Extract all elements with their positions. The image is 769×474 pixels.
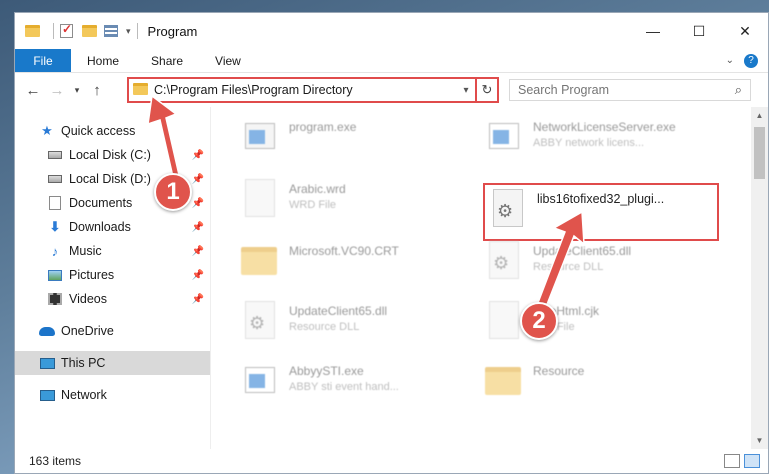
step-badge-2: 2 <box>520 302 558 340</box>
arrow-2-icon <box>535 210 585 314</box>
annotation-arrows <box>147 94 585 314</box>
step-badge-1: 1 <box>154 173 192 211</box>
